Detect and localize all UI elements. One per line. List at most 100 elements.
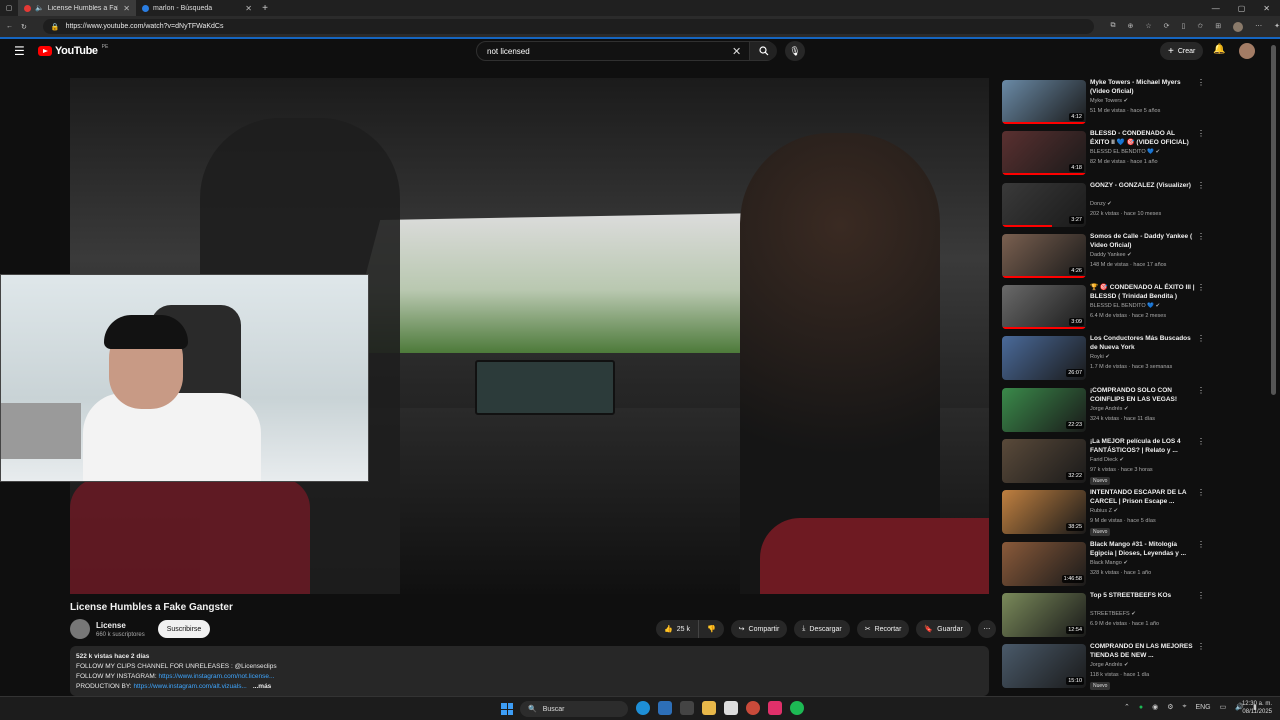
recommendation-title[interactable]: 🏆 🎯 CONDENADO AL ÉXITO III | BLESSD ( Tr…: [1090, 283, 1195, 301]
recommendation-channel[interactable]: Jorge Andrés ✔: [1090, 406, 1129, 412]
speaker-icon[interactable]: 🔈: [35, 4, 44, 12]
profile-avatar[interactable]: [1233, 21, 1244, 32]
recommendation-channel[interactable]: Rubius Z ✔: [1090, 508, 1118, 514]
recommendation-channel[interactable]: BLESSD EL BENDITO 💙 ✔: [1090, 149, 1160, 155]
tray-app-icon[interactable]: ◉: [1152, 703, 1158, 711]
close-tab-icon[interactable]: ✕: [123, 4, 130, 13]
more-options-icon[interactable]: ⋮: [1197, 540, 1205, 549]
browser-tab-active[interactable]: 🔈 License Humbles a Fake Gangster ✕: [18, 0, 136, 16]
refresh-extension-icon[interactable]: ⟳: [1164, 22, 1170, 32]
menu-icon[interactable]: ☰: [14, 44, 25, 58]
capcut-icon[interactable]: [724, 701, 738, 715]
recommendation-title[interactable]: Los Conductores Más Buscados de Nueva Yo…: [1090, 334, 1195, 352]
dislike-button[interactable]: 👎: [698, 620, 724, 638]
location-icon[interactable]: ⌖: [1183, 703, 1187, 711]
video-thumbnail[interactable]: 26:07: [1002, 336, 1086, 381]
recommendation-title[interactable]: Somos de Calle - Daddy Yankee ( Video Of…: [1090, 232, 1195, 250]
clear-search-icon[interactable]: ✕: [732, 45, 741, 58]
search-input[interactable]: [477, 46, 717, 56]
video-thumbnail[interactable]: 38:25: [1002, 490, 1086, 535]
url-field[interactable]: 🔒 https://www.youtube.com/watch?v=dNyTFW…: [42, 19, 1095, 34]
tiktok-icon[interactable]: [768, 701, 782, 715]
video-thumbnail[interactable]: 1:46:58: [1002, 541, 1086, 586]
chrome-icon[interactable]: [746, 701, 760, 715]
recommendation-title[interactable]: Myke Towers - Michael Myers (Video Ofici…: [1090, 78, 1195, 96]
language-indicator[interactable]: ENG: [1195, 704, 1210, 711]
display-icon[interactable]: ▭: [1220, 703, 1227, 711]
video-thumbnail[interactable]: 12:54: [1002, 592, 1086, 637]
recommendation-item[interactable]: 32:22 ¡La MEJOR película de LOS 4 FANTÁST…: [1002, 435, 1207, 486]
spotify-icon[interactable]: [790, 701, 804, 715]
close-tab-icon[interactable]: ✕: [245, 4, 252, 13]
voice-search-button[interactable]: 🎙: [785, 41, 805, 61]
recommendation-channel[interactable]: Daddy Yankee ✔: [1090, 252, 1132, 258]
settings-tray-icon[interactable]: ⚙: [1167, 703, 1173, 711]
video-thumbnail[interactable]: 22:23: [1002, 387, 1086, 432]
video-thumbnail[interactable]: 4:12: [1002, 80, 1086, 124]
video-thumbnail[interactable]: 32:22: [1002, 439, 1086, 484]
more-options-icon[interactable]: ⋮: [1197, 591, 1205, 600]
minimize-icon[interactable]: —: [1212, 4, 1220, 13]
close-window-icon[interactable]: ✕: [1263, 4, 1270, 13]
production-link[interactable]: https://www.instagram.com/alt.vizuals...: [133, 683, 246, 690]
recommendation-item[interactable]: 38:25 INTENTANDO ESCAPAR DE LA CARCEL | P…: [1002, 486, 1207, 537]
collections-icon[interactable]: ⊞: [1215, 22, 1221, 32]
more-options-icon[interactable]: ⋮: [1197, 386, 1205, 395]
recommendation-item[interactable]: 22:23 ¡COMPRANDO SOLO CON COINFLIPS EN LA…: [1002, 384, 1207, 435]
video-thumbnail[interactable]: 15:10: [1002, 644, 1086, 689]
instagram-link[interactable]: https://www.instagram.com/not.license...: [158, 673, 274, 680]
recommendation-item[interactable]: 4:26 Somos de Calle - Daddy Yankee ( Vide…: [1002, 230, 1207, 281]
more-options-icon[interactable]: ⋮: [1197, 334, 1205, 343]
browser-menu-icon[interactable]: ⋯: [1255, 22, 1262, 32]
share-button[interactable]: ↪ Compartir: [730, 620, 788, 638]
recommendation-channel[interactable]: Royki ✔: [1090, 354, 1110, 360]
like-button[interactable]: 👍 25 k: [656, 620, 699, 638]
search-button[interactable]: [749, 42, 777, 60]
show-more-link[interactable]: ...más: [253, 683, 271, 690]
mail-icon[interactable]: [658, 701, 672, 715]
maximize-icon[interactable]: ▢: [1238, 4, 1246, 13]
refresh-icon[interactable]: ↻: [21, 23, 27, 31]
video-thumbnail[interactable]: 4:18: [1002, 131, 1086, 176]
recommendation-item[interactable]: 12:54 Top 5 STREETBEEFS KOs STREETBEEFS ✔ 6…: [1002, 589, 1207, 640]
channel-avatar[interactable]: [70, 619, 90, 639]
recommendation-title[interactable]: ¡COMPRANDO SOLO CON COINFLIPS EN LAS VEG…: [1090, 386, 1195, 404]
taskbar-clock[interactable]: 12:30 a. m. 08/11/2025: [1236, 700, 1272, 716]
recommendation-channel[interactable]: Black Mango ✔: [1090, 560, 1128, 566]
taskbar-search[interactable]: 🔍 Buscar: [520, 701, 628, 717]
user-avatar[interactable]: [1239, 43, 1255, 59]
recommendation-channel[interactable]: Jorge Andrés ✔: [1090, 662, 1129, 668]
more-options-icon[interactable]: ⋮: [1197, 232, 1205, 241]
new-tab-icon[interactable]: +: [258, 3, 272, 14]
recommendation-title[interactable]: ¡La MEJOR película de LOS 4 FANTÁSTICOS?…: [1090, 437, 1195, 455]
recommendation-channel[interactable]: Donzy ✔: [1090, 201, 1112, 207]
more-options-icon[interactable]: ⋮: [1197, 642, 1205, 651]
more-options-icon[interactable]: ⋮: [1197, 437, 1205, 446]
chevron-up-icon[interactable]: ⌃: [1124, 703, 1130, 711]
more-options-icon[interactable]: ⋮: [1197, 181, 1205, 190]
recommendation-title[interactable]: BLESSD - CONDENADO AL ÉXITO II 💙 🎯 (VIDE…: [1090, 129, 1195, 147]
recommendation-channel[interactable]: BLESSD EL BENDITO 💙 ✔: [1090, 303, 1160, 309]
start-button-icon[interactable]: [501, 703, 513, 715]
edge-icon[interactable]: [636, 701, 650, 715]
recommendation-channel[interactable]: STREETBEEFS ✔: [1090, 611, 1136, 617]
zoom-icon[interactable]: ⊕: [1127, 22, 1133, 32]
recommendation-title[interactable]: Black Mango #31 - Mitología Egipcia | Di…: [1090, 540, 1195, 558]
recommendation-channel[interactable]: Farid Dieck ✔: [1090, 457, 1124, 463]
recommendation-item[interactable]: 4:18 BLESSD - CONDENADO AL ÉXITO II 💙 🎯 (…: [1002, 127, 1207, 178]
favorites-icon[interactable]: ✩: [1197, 22, 1203, 32]
recommendation-item[interactable]: 3:09 🏆 🎯 CONDENADO AL ÉXITO III | BLESSD …: [1002, 281, 1207, 332]
more-options-icon[interactable]: ⋮: [1197, 283, 1205, 292]
clip-button[interactable]: ✂ Recortar: [856, 620, 910, 638]
store-icon[interactable]: [680, 701, 694, 715]
more-actions-button[interactable]: ⋯: [977, 620, 996, 638]
download-button[interactable]: ⤓ Descargar: [794, 620, 850, 638]
video-thumbnail[interactable]: 4:26: [1002, 233, 1086, 278]
recommendation-item[interactable]: 4:12 Myke Towers - Michael Myers (Video O…: [1002, 76, 1207, 127]
file-explorer-icon[interactable]: [702, 701, 716, 715]
recommendation-title[interactable]: GONZY - GONZALEZ (Visualizer): [1090, 181, 1195, 190]
page-scrollbar[interactable]: [1271, 45, 1276, 395]
browser-tab-inactive[interactable]: marlon - Búsqueda ✕: [136, 0, 258, 16]
split-screen-icon[interactable]: ▯: [1182, 22, 1186, 32]
video-thumbnail[interactable]: 3:09: [1002, 285, 1086, 330]
